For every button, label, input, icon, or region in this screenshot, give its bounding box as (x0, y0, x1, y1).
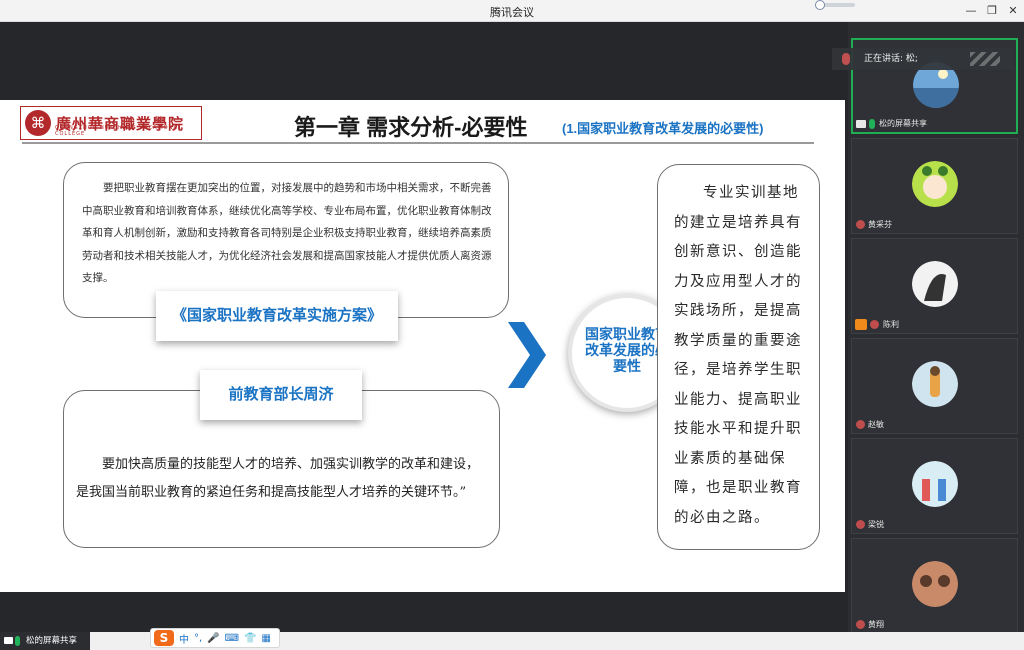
training-base-text: 专业实训基地的建立是培养具有创新意识、创造能力及应用型人才的实践场所，是提高教学… (674, 185, 802, 526)
mic-muted-icon (856, 620, 865, 629)
avatar (912, 461, 958, 507)
slide-heading: 第一章 需求分析-必要性 (294, 115, 528, 140)
participant-name: 松的屏幕共享 (879, 119, 927, 128)
participant-name: 赵敏 (868, 420, 884, 429)
college-logo: ⌘ 廣州華商職業學院 GUANGZHOU HUASHANG VOCATIONAL… (20, 106, 202, 140)
training-base-box: 专业实训基地的建立是培养具有创新意识、创造能力及应用型人才的实践场所，是提高教学… (657, 164, 820, 550)
shared-screen-stage: ⌘ 廣州華商職業學院 GUANGZHOU HUASHANG VOCATIONAL… (0, 22, 848, 632)
minimize-button[interactable]: — (962, 3, 980, 19)
mic-muted-icon (870, 320, 879, 329)
participant-name: 梁锐 (868, 520, 884, 529)
restore-button[interactable]: ❐ (983, 3, 1001, 19)
screen-share-label: 松的屏幕共享 (26, 636, 78, 646)
participant-tile[interactable]: 梁锐 (851, 438, 1018, 534)
presentation-slide: ⌘ 廣州華商職業學院 GUANGZHOU HUASHANG VOCATIONAL… (0, 100, 845, 592)
speaker-mic-icon (842, 53, 850, 65)
avatar (912, 561, 958, 607)
active-speaker-banner: 正在讲话: 松; (832, 48, 1014, 70)
ime-keyboard-icon[interactable]: ⌨ (225, 633, 239, 644)
window-title: 腾讯会议 (490, 6, 534, 19)
policy-label: 《国家职业教育改革实施方案》 (156, 291, 398, 341)
screen-share-indicator[interactable]: 松的屏幕共享 (0, 632, 90, 650)
mic-muted-icon (856, 520, 865, 529)
mic-muted-icon (856, 420, 865, 429)
avatar (912, 261, 958, 307)
logo-en-text: GUANGZHOU HUASHANG VOCATIONAL COLLEGE (55, 125, 182, 137)
input-method-toolbar[interactable]: S 中 °, 🎤 ⌨ 👕 ▦ (150, 628, 280, 648)
participant-name: 黄翔 (868, 620, 884, 629)
participant-tile[interactable]: 黄采芬 (851, 138, 1018, 234)
heading-divider (22, 142, 814, 144)
ime-punctuation[interactable]: °, (194, 633, 202, 644)
video-off-icon (855, 319, 867, 330)
minister-quote-text: 要加快高质量的技能型人才的培养、加强实训教学的改革和建设，是我国当前职业教育的紧… (76, 457, 480, 500)
ime-voice-icon[interactable]: 🎤 (207, 633, 219, 644)
participant-name: 黄采芬 (868, 220, 892, 229)
participant-tile[interactable]: 陈利 (851, 238, 1018, 334)
avatar (912, 161, 958, 207)
ime-toolbox-icon[interactable]: ▦ (262, 633, 271, 644)
mic-on-icon (869, 119, 875, 129)
participant-name: 陈利 (883, 320, 899, 329)
slider-knob[interactable] (815, 0, 825, 10)
mic-muted-icon (856, 220, 865, 229)
close-button[interactable]: ✕ (1004, 3, 1022, 19)
screen-share-icon (4, 637, 13, 644)
slide-subheading: (1.国家职业教育改革发展的必要性) (562, 121, 764, 136)
participant-tile[interactable]: 赵敏 (851, 338, 1018, 434)
chevron-right-icon (508, 322, 546, 388)
ime-skin-icon[interactable]: 👕 (244, 633, 256, 644)
title-bar: 腾讯会议 — ❐ ✕ (0, 0, 1024, 22)
avatar (912, 361, 958, 407)
volume-slider[interactable] (815, 0, 855, 10)
ime-chinese-mode[interactable]: 中 (179, 631, 189, 646)
mic-on-icon (15, 636, 20, 646)
policy-quote-text: 要把职业教育摆在更加突出的位置，对接发展中的趋势和市场中相关需求，不断完善中高职… (82, 182, 492, 284)
minister-label: 前教育部长周济 (200, 370, 362, 420)
drag-handle-icon[interactable] (970, 52, 1000, 66)
sogou-logo-icon[interactable]: S (154, 630, 174, 646)
college-emblem-icon: ⌘ (25, 110, 51, 136)
screen-share-icon (856, 120, 866, 128)
active-speaker-text: 正在讲话: 松; (864, 54, 918, 64)
participant-tile[interactable]: 黄翔 (851, 538, 1018, 634)
